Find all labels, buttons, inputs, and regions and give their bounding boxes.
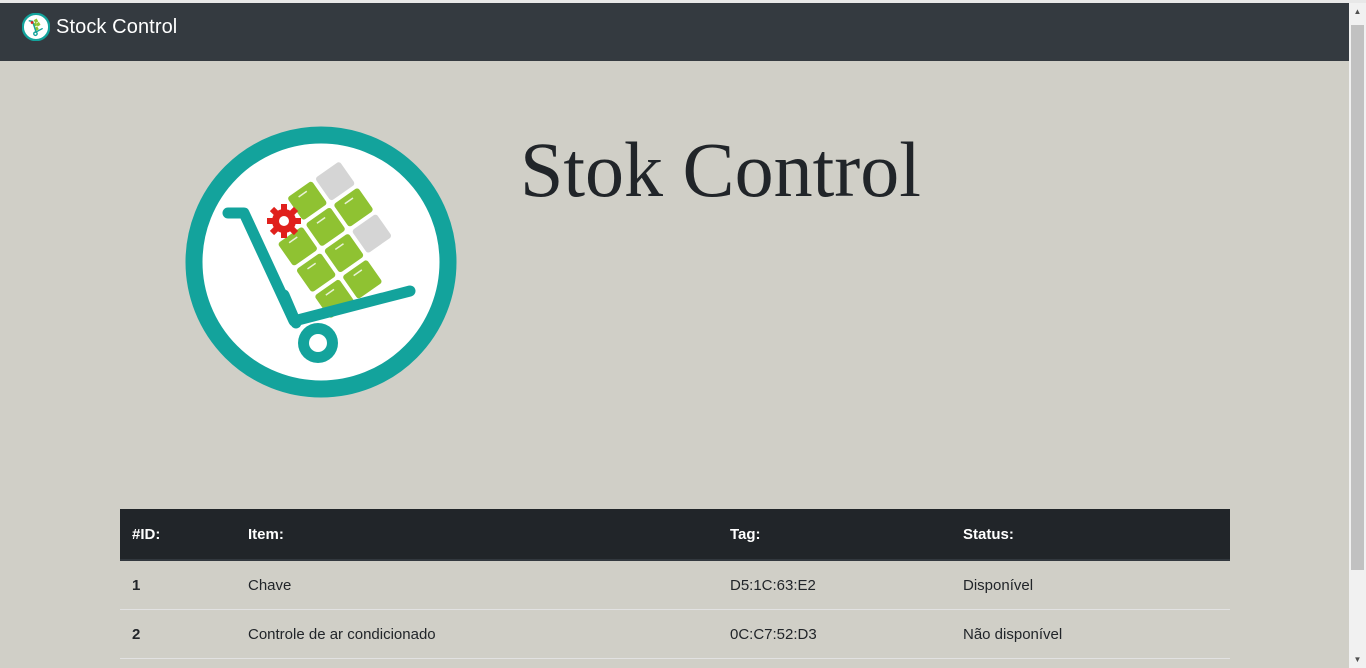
table-row: 1 Chave D5:1C:63:E2 Disponível: [120, 560, 1230, 610]
cell-id: 1: [120, 560, 236, 610]
header-item: Item:: [236, 509, 718, 561]
cell-tag: 0C:C7:52:D3: [718, 609, 951, 659]
vertical-scrollbar[interactable]: ▲ ▼: [1349, 3, 1366, 668]
table-row: 2 Controle de ar condicionado 0C:C7:52:D…: [120, 609, 1230, 659]
hand-truck-boxes-logo: [185, 126, 457, 398]
page: Stock Control Stok Control #ID: Item: Ta…: [0, 0, 1366, 668]
stock-cart-logo-icon: [22, 13, 50, 41]
header-status: Status:: [951, 509, 1230, 561]
brand-title: Stock Control: [56, 16, 178, 38]
scroll-up-arrow-icon[interactable]: ▲: [1349, 3, 1366, 20]
page-title: Stok Control: [520, 126, 921, 213]
cell-status: Disponível: [951, 560, 1230, 610]
items-table: #ID: Item: Tag: Status: 1 Chave D5:1C:63…: [120, 509, 1230, 659]
header-tag: Tag:: [718, 509, 951, 561]
scrollbar-thumb[interactable]: [1351, 25, 1364, 570]
cell-status: Não disponível: [951, 609, 1230, 659]
navbar-brand[interactable]: Stock Control: [22, 13, 177, 41]
cell-id: 2: [120, 609, 236, 659]
main-content: Stok Control #ID: Item: Tag: Status: 1 C…: [0, 61, 1349, 668]
cell-tag: D5:1C:63:E2: [718, 560, 951, 610]
navbar: Stock Control: [0, 3, 1349, 61]
header-id: #ID:: [120, 509, 236, 561]
cell-item: Chave: [236, 560, 718, 610]
scroll-down-arrow-icon[interactable]: ▼: [1349, 651, 1366, 668]
table-header-row: #ID: Item: Tag: Status:: [120, 509, 1230, 561]
items-table-container: #ID: Item: Tag: Status: 1 Chave D5:1C:63…: [120, 509, 1230, 659]
cell-item: Controle de ar condicionado: [236, 609, 718, 659]
